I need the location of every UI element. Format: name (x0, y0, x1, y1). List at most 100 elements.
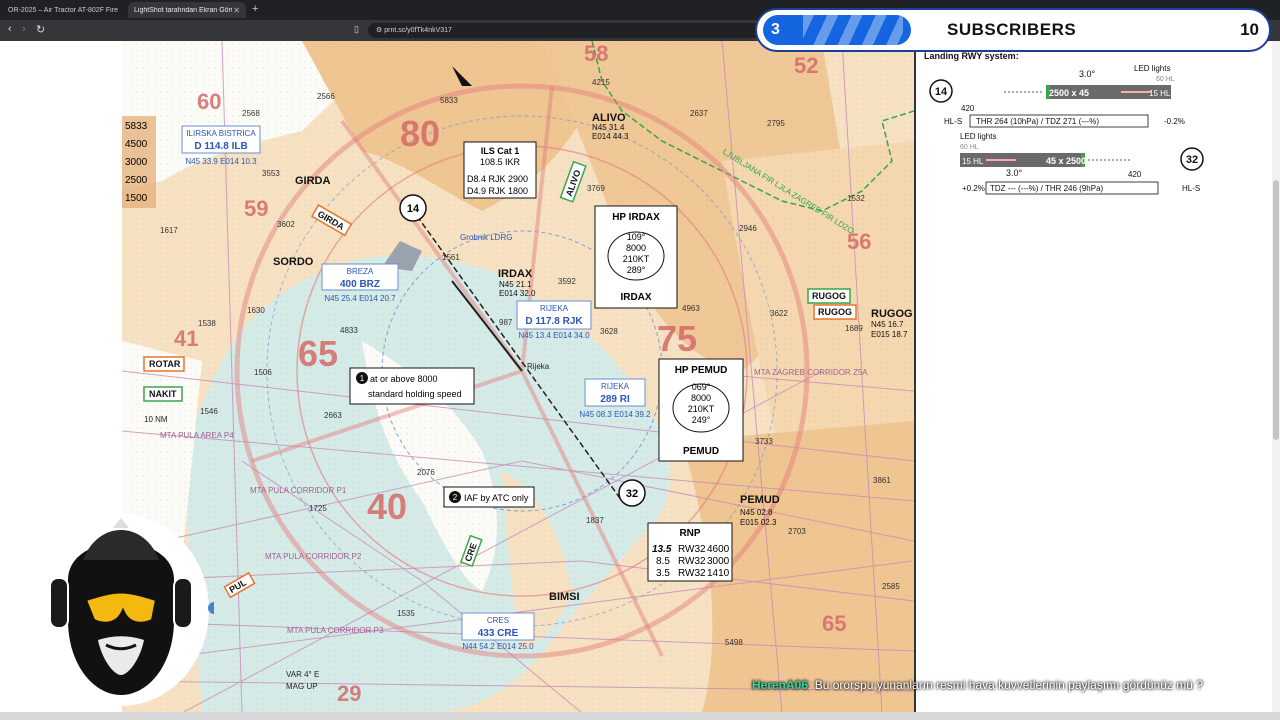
holding-fix: PEMUD (683, 446, 719, 457)
holding-irdax-box: HP IRDAX 109° 8000 210KT 289° IRDAX (594, 205, 678, 309)
rnp-rw: RW32 (678, 568, 706, 579)
navaid-coord: N44 54.2 E014 25.0 (462, 642, 534, 651)
browser-tab-active[interactable]: LightShot tarafından Ekran Görü ✕ (128, 2, 246, 18)
holding-alt: 8000 (691, 393, 711, 403)
site-info-icon[interactable]: ⚙ (376, 27, 384, 34)
rnp-rw: RW32 (678, 544, 706, 555)
coord: N45 31.4 (592, 123, 625, 132)
note-text: IAF by ATC only (464, 493, 529, 503)
coord: N45 21.1 (499, 280, 532, 289)
hl-label: 60 HL (960, 144, 979, 151)
area-label: MTA PULA AREA P4 (160, 431, 234, 440)
navaid-freq: D 117.8 RJK (525, 316, 583, 327)
runway-dims: 2500 x 45 (1049, 88, 1089, 98)
url-text: prnt.sc/y0fTk4nkV317 (384, 27, 452, 34)
navaid-freq: 433 CRE (478, 628, 519, 639)
elevation: 2585 (882, 582, 900, 591)
navaid-ri: RIJEKA 289 RI N45 08.3 E014 39.2 (579, 378, 651, 419)
note-number: 2 (453, 493, 458, 502)
reload-icon[interactable]: ↻ (36, 23, 45, 36)
navaid-name: RIJEKA (540, 304, 569, 313)
msa-value: 80 (400, 113, 440, 154)
elevation: 2663 (324, 411, 342, 420)
elevation: 1532 (847, 194, 865, 203)
holding-alt: 8000 (626, 243, 646, 253)
area-label: MTA ZAGREB CORRIDOR Z5A (754, 368, 868, 377)
navaid-freq: 400 BRZ (340, 279, 380, 290)
hl-label: 15 HL (962, 157, 984, 166)
rnp-alt: 3000 (707, 556, 730, 567)
holding-course: 289° (627, 265, 646, 275)
elevation: 4833 (340, 326, 358, 335)
navaid-cre: CRES 433 CRE N44 54.2 E014 25.0 (461, 612, 535, 651)
elevation: 3592 (558, 277, 576, 286)
subscriber-label: SUBSCRIBERS (947, 20, 1077, 39)
navaid-coord: N45 08.3 E014 39.2 (579, 410, 651, 419)
progress-stripes (803, 15, 903, 45)
panel-title: Landing RWY system: (924, 51, 1019, 61)
route-tag: RUGOG (812, 291, 846, 301)
forward-arrow-icon[interactable]: › (22, 23, 26, 35)
navaid-coord: N45 33.9 E014 10.3 (185, 157, 257, 166)
distance: 420 (1128, 170, 1142, 179)
rnp-dist: 8.5 (656, 556, 670, 567)
hls-label: HL-S (1182, 184, 1200, 193)
navaid-rjk: RIJEKA D 117.8 RJK N45 13.4 E014 34.0 (516, 300, 592, 340)
elevation: 4963 (682, 304, 700, 313)
route-tag: RUGOG (818, 307, 852, 317)
close-icon[interactable]: ✕ (233, 6, 240, 15)
route-tag: NAKIT (149, 389, 177, 399)
chat-username: HerenA06 (752, 678, 809, 692)
msa-value: 75 (657, 318, 697, 359)
navaid-ilb: ILIRSKA BISTRICA D 114.8 ILB N45 33.9 E0… (181, 125, 261, 166)
browser-tab[interactable]: OR-2025 – Air Tractor AT-802F Fire Fi (2, 2, 126, 18)
elevation: 2637 (690, 109, 708, 118)
hl-label: 15 HL (1149, 89, 1171, 98)
back-arrow-icon[interactable]: ‹ (8, 23, 12, 35)
coord: E015 18.7 (871, 330, 908, 339)
airport-label: Grobnik LDRG (460, 233, 512, 242)
area-label: MTA PULA CORRIDOR P1 (250, 486, 347, 495)
navaid-brz: BREZA 400 BRZ N45 25.4 E014 20.7 (321, 263, 399, 303)
hl-label: 60 HL (1156, 76, 1175, 83)
rnp-rw: RW32 (678, 556, 706, 567)
rnp-dist: 13.5 (652, 544, 672, 555)
rnp-table: RNP 13.5 RW32 4600 8.5 RW32 3000 3.5 RW3… (647, 522, 733, 582)
glide-angle: 3.0° (1006, 168, 1023, 178)
new-tab-plus-icon[interactable]: + (252, 3, 258, 15)
holding-speed: 210KT (688, 404, 715, 414)
horizontal-scrollbar[interactable] (0, 712, 1280, 720)
note-text: standard holding speed (368, 389, 462, 399)
area-label: MTA PULA CORRIDOR P2 (265, 552, 362, 561)
elevation: 2566 (317, 92, 335, 101)
fix-girda: GIRDA (295, 175, 331, 187)
ils-info-box: ILS Cat 1 108.5 IKR D8.4 RJK 2900 D4.9 R… (463, 141, 537, 199)
sector-alt: 5833 (125, 121, 148, 132)
elevation: 3628 (600, 327, 618, 336)
sector-alt: 3000 (125, 157, 148, 168)
scrollbar-thumb[interactable] (1273, 180, 1279, 440)
fix-pemud: PEMUD (740, 494, 780, 506)
threshold-info: TDZ --- (---%) / THR 246 (9hPa) (990, 184, 1104, 193)
note-number: 1 (360, 374, 365, 383)
fix-irdax: IRDAX (498, 268, 533, 280)
distance: 420 (961, 104, 975, 113)
city-label: Rijeka (527, 362, 550, 371)
msa-value: 60 (197, 89, 221, 114)
elevation: 1561 (442, 253, 460, 262)
streamer-avatar (33, 514, 214, 706)
holding-course: 249° (692, 415, 711, 425)
bookmark-icon[interactable]: ▯ (354, 24, 359, 35)
msa-value: 52 (794, 53, 818, 78)
holding-title: HP PEMUD (675, 365, 728, 376)
elevation: 3622 (770, 309, 788, 318)
elevation: 3861 (873, 476, 891, 485)
runway-marker: 14 (407, 203, 420, 215)
holding-course: 069° (692, 382, 711, 392)
route-tag: ROTAR (149, 359, 181, 369)
msa-value: 40 (367, 486, 407, 527)
elevation: 2795 (767, 119, 785, 128)
rnp-title: RNP (679, 528, 700, 539)
approach-chart-image: 80 75 65 59 58 56 52 41 40 29 60 65 5833… (122, 41, 914, 713)
elevation: 3553 (262, 169, 280, 178)
